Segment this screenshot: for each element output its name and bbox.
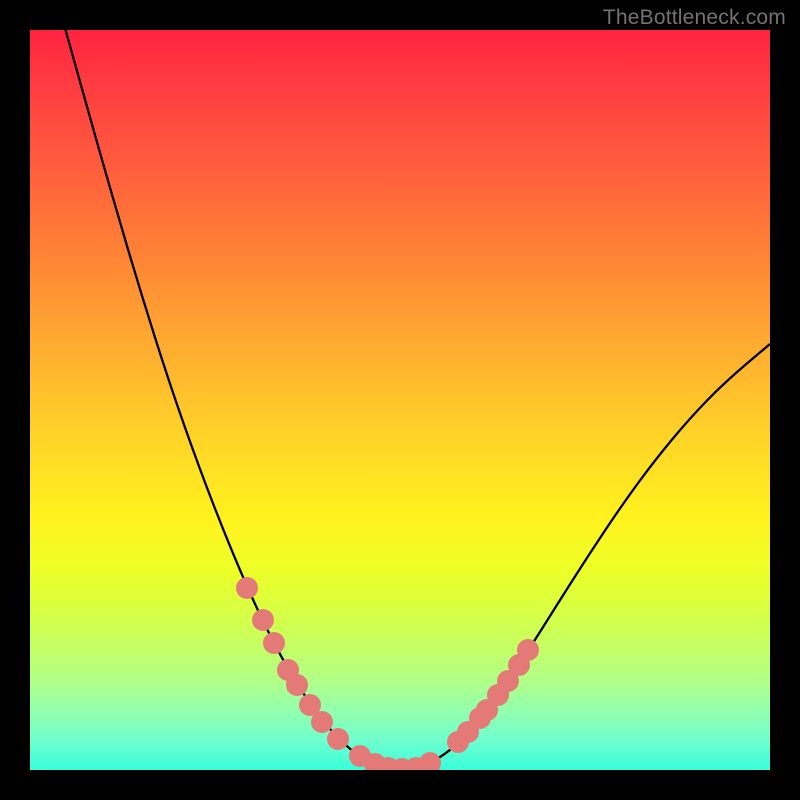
marker-dot <box>286 674 308 696</box>
marker-dot <box>327 728 349 750</box>
watermark-text: TheBottleneck.com <box>603 6 786 30</box>
marker-cluster-right <box>447 639 539 753</box>
bottleneck-curve <box>60 30 770 769</box>
plot-area <box>30 30 770 770</box>
marker-cluster-center <box>349 745 441 770</box>
marker-cluster-left <box>236 577 349 750</box>
marker-dot <box>236 577 258 599</box>
marker-dot <box>517 639 539 661</box>
marker-dot <box>311 711 333 733</box>
marker-dot <box>419 752 441 770</box>
marker-dot <box>263 632 285 654</box>
chart-frame: TheBottleneck.com <box>0 0 800 800</box>
marker-dot <box>252 609 274 631</box>
curve-svg <box>30 30 770 770</box>
